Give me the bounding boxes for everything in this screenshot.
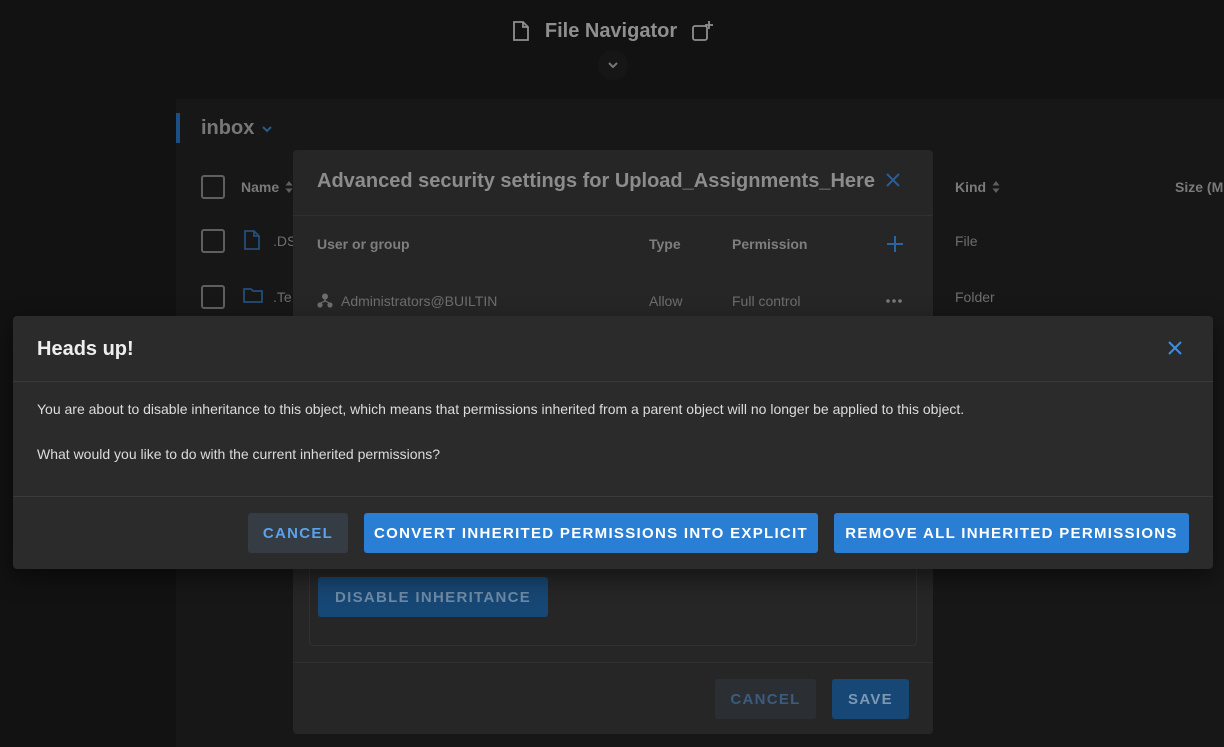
remove-permissions-button[interactable]: REMOVE ALL INHERITED PERMISSIONS xyxy=(834,513,1189,553)
chevron-down-icon xyxy=(260,122,274,136)
permission-entry[interactable]: Administrators@BUILTIN Allow Full contro… xyxy=(317,290,909,312)
row-kind: Folder xyxy=(955,289,995,305)
chevron-down-icon xyxy=(606,58,620,72)
collapse-header-button[interactable] xyxy=(598,50,628,80)
app-header: File Navigator xyxy=(0,14,1224,48)
more-horizontal-icon[interactable] xyxy=(885,292,903,310)
close-icon[interactable] xyxy=(1167,340,1183,356)
document-icon xyxy=(511,20,531,42)
dialog-title: Heads up! xyxy=(37,338,134,360)
entry-permission: Full control xyxy=(732,293,801,309)
column-type: Type xyxy=(649,236,681,252)
cancel-button[interactable]: CANCEL xyxy=(715,679,816,719)
column-kind[interactable]: Kind xyxy=(955,179,1000,195)
folder-name: inbox xyxy=(201,117,255,139)
group-icon xyxy=(317,293,333,309)
row-checkbox[interactable] xyxy=(201,229,225,253)
entry-user: Administrators@BUILTIN xyxy=(341,293,498,309)
sort-icon xyxy=(992,180,1000,194)
column-name[interactable]: Name xyxy=(241,179,293,195)
new-window-icon[interactable] xyxy=(691,20,714,42)
app-title: File Navigator xyxy=(544,19,678,42)
column-permission: Permission xyxy=(732,236,808,252)
dialog-title: Advanced security settings for Upload_As… xyxy=(317,170,875,192)
divider xyxy=(293,662,933,663)
select-all-checkbox[interactable] xyxy=(201,175,225,199)
divider xyxy=(13,381,1213,382)
cancel-button[interactable]: CANCEL xyxy=(248,513,348,553)
save-button[interactable]: SAVE xyxy=(832,679,909,719)
convert-permissions-button[interactable]: CONVERT INHERITED PERMISSIONS INTO EXPLI… xyxy=(364,513,818,553)
sort-icon xyxy=(285,180,293,194)
row-checkbox[interactable] xyxy=(201,285,225,309)
alert-question: What would you like to do with the curre… xyxy=(37,446,441,462)
close-icon[interactable] xyxy=(885,172,901,188)
folder-accent-bar xyxy=(176,113,180,143)
alert-message: You are about to disable inheritance to … xyxy=(37,401,965,417)
row-kind: File xyxy=(955,233,978,249)
column-user-or-group: User or group xyxy=(317,236,410,252)
divider xyxy=(293,215,933,216)
entry-type: Allow xyxy=(649,293,683,309)
divider xyxy=(13,496,1213,497)
heads-up-dialog: Heads up! You are about to disable inher… xyxy=(13,316,1213,569)
column-size[interactable]: Size (M xyxy=(1175,179,1223,195)
folder-icon xyxy=(242,285,264,305)
row-name: .Te xyxy=(273,289,292,305)
plus-icon[interactable] xyxy=(885,234,905,254)
file-icon xyxy=(242,229,262,251)
folder-selector[interactable]: inbox xyxy=(201,117,274,140)
disable-inheritance-button[interactable]: DISABLE INHERITANCE xyxy=(318,577,549,617)
